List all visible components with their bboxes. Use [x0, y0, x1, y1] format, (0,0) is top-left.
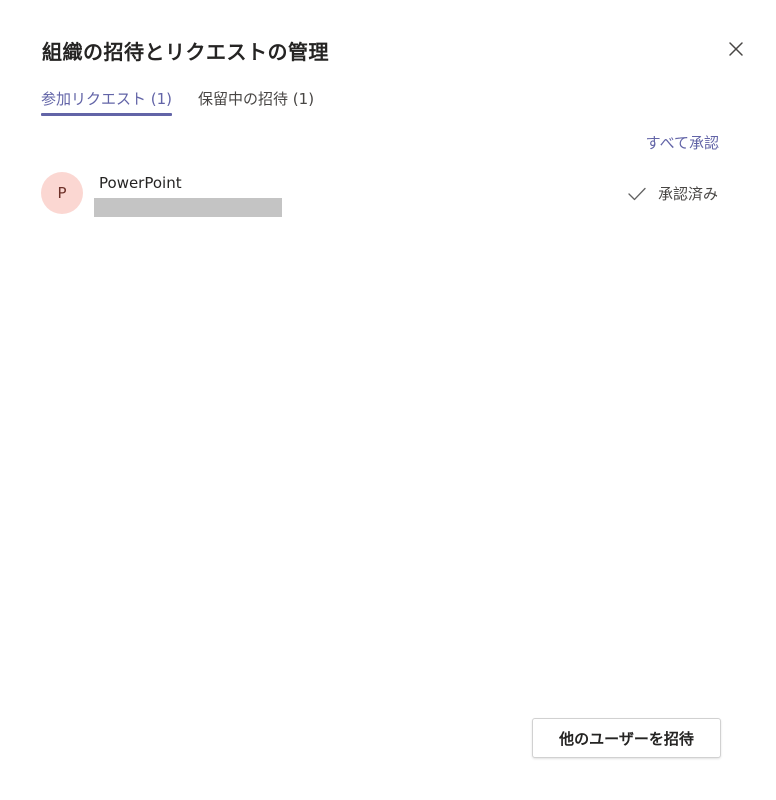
- manage-invites-dialog: 組織の招待とリクエストの管理 参加リクエスト (1) 保留中の招待 (1) すべ…: [0, 0, 776, 800]
- status-approved: 承認済み: [628, 183, 718, 204]
- approve-all-link[interactable]: すべて承認: [646, 132, 719, 153]
- check-icon: [628, 187, 646, 200]
- invite-others-button[interactable]: 他のユーザーを招待: [532, 718, 721, 758]
- close-button[interactable]: [724, 37, 748, 61]
- request-row: P PowerPoint 承認済み: [41, 170, 721, 218]
- tab-pending-invites[interactable]: 保留中の招待 (1): [198, 88, 314, 116]
- dialog-title: 組織の招待とリクエストの管理: [42, 40, 329, 64]
- status-label: 承認済み: [657, 185, 718, 203]
- tab-list: 参加リクエスト (1) 保留中の招待 (1): [41, 88, 340, 116]
- avatar-initial: P: [57, 184, 67, 202]
- tab-join-requests[interactable]: 参加リクエスト (1): [41, 88, 173, 116]
- avatar: P: [41, 172, 83, 214]
- redacted-email: [94, 198, 282, 217]
- user-name: PowerPoint: [99, 174, 182, 192]
- close-icon: [729, 42, 743, 56]
